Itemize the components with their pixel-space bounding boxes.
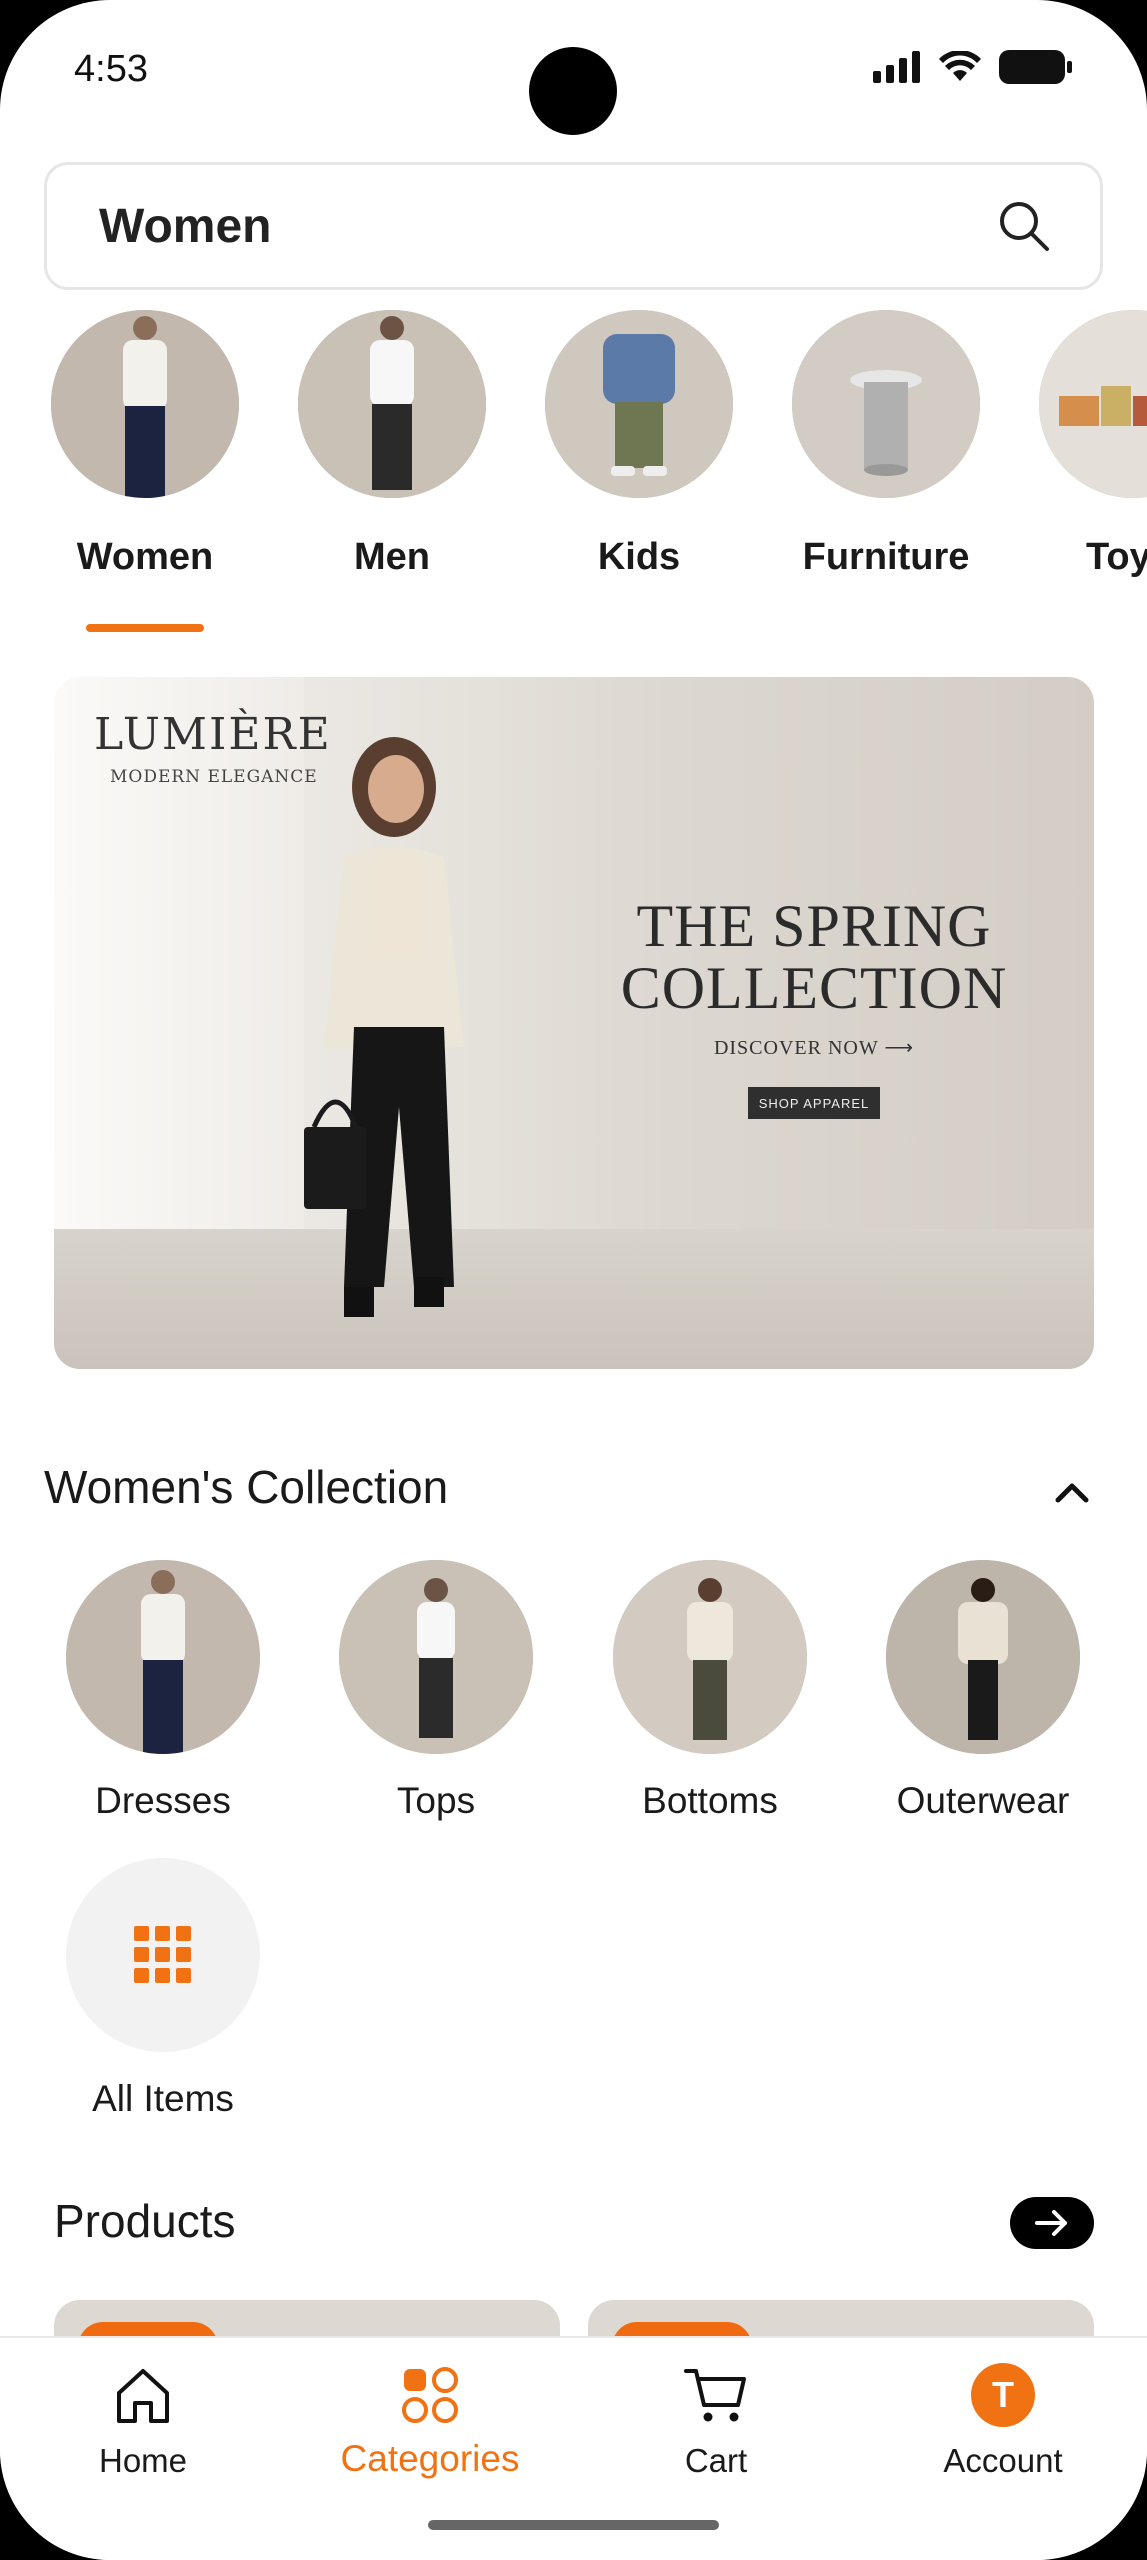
subcategory-outerwear[interactable]: Outerwear [873,1560,1093,1822]
category-scroller[interactable]: Women Men Kids Furniture Toy [0,310,1147,640]
subcategory-dresses-image [66,1560,260,1754]
category-toy[interactable]: Toy [1028,310,1147,579]
subcategory-label: Outerwear [896,1780,1070,1821]
category-furniture[interactable]: Furniture [781,310,991,579]
products-title: Products [54,2195,236,2247]
collection-title: Women's Collection [44,1461,449,1513]
subcategory-label: Dresses [95,1780,231,1821]
subcategory-tops-image [339,1560,533,1754]
subcategory-outerwear-image [886,1560,1080,1754]
category-women[interactable]: Women [40,310,250,579]
subcategory-label: Bottoms [642,1780,778,1821]
account-avatar-letter: T [992,2374,1014,2415]
home-icon [117,2369,169,2423]
signal-icon [873,51,920,83]
category-label: Kids [597,536,681,578]
category-label: Men [354,536,430,578]
banner-floor [54,1229,1094,1369]
nav-cart[interactable]: Cart [606,2360,826,2480]
subcategory-bottoms-image [613,1560,807,1754]
category-selected-indicator [86,624,204,632]
phone-screen: 4:53 Women Women Men Kids Furniture Toy … [0,0,1147,2560]
nav-home-label: Home [98,2442,188,2479]
subcategory-dresses[interactable]: Dresses [53,1560,273,1822]
status-icons [873,50,1073,84]
arrow-right-icon [1035,2210,1067,2236]
account-avatar: T [971,2363,1035,2427]
nav-categories[interactable]: Categories [320,2360,540,2480]
category-women-image [51,310,239,498]
search-input[interactable]: Women [44,162,1103,290]
nav-home[interactable]: Home [33,2360,253,2480]
home-indicator[interactable] [428,2520,719,2530]
subcategory-label: All Items [92,2078,234,2119]
banner-headline: THE SPRING COLLECTION [594,895,1034,1019]
category-label: Women [76,536,214,578]
banner-background [54,677,304,1237]
products-see-all-button[interactable] [1010,2197,1094,2249]
search-icon[interactable] [998,200,1050,252]
category-kids[interactable]: Kids [534,310,744,579]
banner-headline-line2: COLLECTION [620,955,1008,1021]
promo-banner[interactable]: LUMIÈRE MODERN ELEGANCE THE SPRING COLLE… [54,677,1094,1369]
nav-account[interactable]: T Account [893,2360,1113,2480]
status-time: 4:53 [74,48,148,90]
camera-cutout [529,47,617,135]
banner-model-image [304,737,464,1317]
banner-discover-link[interactable]: DISCOVER NOW ⟶ [654,1035,974,1060]
category-men[interactable]: Men [287,310,497,579]
grid-icon [134,1926,191,1983]
category-toy-image [1039,310,1147,498]
subcategory-bottoms[interactable]: Bottoms [600,1560,820,1822]
banner-headline-line1: THE SPRING [636,893,992,959]
category-label: Toy [1086,536,1147,578]
chevron-up-icon[interactable] [1052,1472,1092,1512]
shop-apparel-button[interactable]: SHOP APPAREL [748,1087,880,1119]
battery-icon [999,50,1072,84]
subcategory-all-items-tile [66,1858,260,2052]
category-kids-image [545,310,733,498]
nav-cart-label: Cart [684,2442,748,2479]
search-value: Women [99,199,272,253]
cart-icon [684,2369,746,2422]
nav-account-label: Account [943,2442,1063,2479]
category-furniture-image [792,310,980,498]
subcategory-all-items[interactable]: All Items [53,1858,273,2120]
wifi-icon [939,51,981,81]
subcategory-label: Tops [396,1780,476,1821]
category-label: Furniture [802,536,970,578]
category-men-image [298,310,486,498]
subcategory-tops[interactable]: Tops [326,1560,546,1822]
banner-tagline: MODERN ELEGANCE [110,767,318,787]
banner-brand: LUMIÈRE [94,709,332,760]
nav-categories-label: Categories [340,2438,520,2479]
categories-icon [402,2367,458,2423]
